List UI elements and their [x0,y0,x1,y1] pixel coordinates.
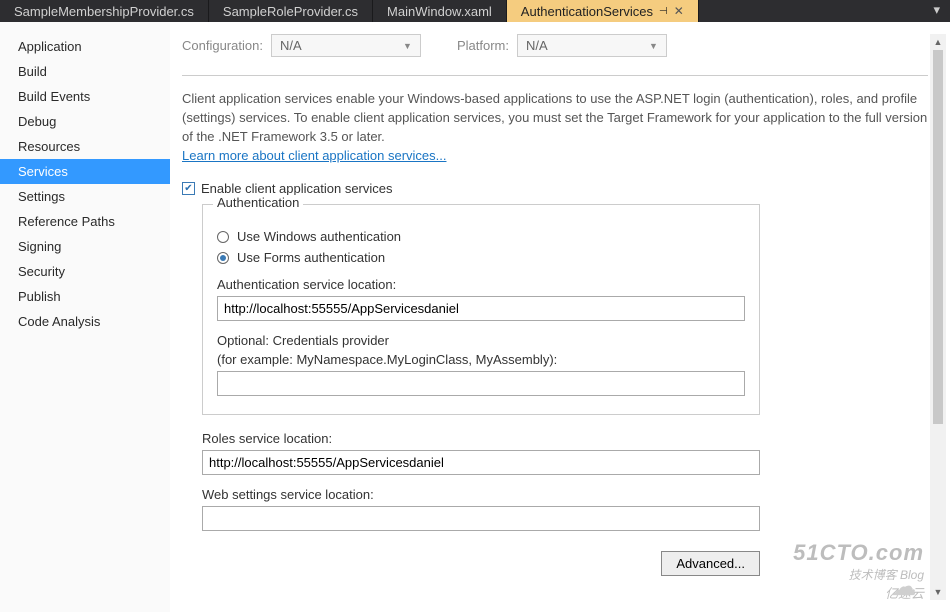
auth-service-location-input[interactable] [217,296,745,321]
web-settings-location-label: Web settings service location: [202,487,760,502]
credentials-provider-label1: Optional: Credentials provider [217,333,745,348]
scroll-track[interactable] [930,50,946,584]
sidebar-item-reference-paths[interactable]: Reference Paths [0,209,170,234]
tab-label: SampleMembershipProvider.cs [14,4,194,19]
credentials-provider-label2: (for example: MyNamespace.MyLoginClass, … [217,352,745,367]
intro-body: Client application services enable your … [182,91,927,144]
tab-sample-membership[interactable]: SampleMembershipProvider.cs [0,0,209,22]
roles-service-location-input[interactable] [202,450,760,475]
sidebar-item-settings[interactable]: Settings [0,184,170,209]
scroll-up-icon[interactable]: ▲ [930,34,946,50]
chevron-down-icon: ▼ [649,41,658,51]
dropdown-value: N/A [526,38,548,53]
tab-overflow-dropdown[interactable]: ▾ [923,0,950,22]
close-icon[interactable]: ✕ [674,4,684,18]
enable-services-label: Enable client application services [201,181,393,196]
web-settings-location-input[interactable] [202,506,760,531]
sidebar-item-debug[interactable]: Debug [0,109,170,134]
tab-sample-role[interactable]: SampleRoleProvider.cs [209,0,373,22]
platform-dropdown[interactable]: N/A ▼ [517,34,667,57]
enable-services-checkbox[interactable] [182,182,195,195]
sidebar-item-signing[interactable]: Signing [0,234,170,259]
tab-authentication-services[interactable]: AuthenticationServices ⊣ ✕ [507,0,699,22]
pin-icon[interactable]: ⊣ [659,6,668,17]
sidebar-item-build[interactable]: Build [0,59,170,84]
chevron-down-icon: ▼ [403,41,412,51]
radio-forms-auth[interactable] [217,252,229,264]
dropdown-value: N/A [280,38,302,53]
tab-mainwindow[interactable]: MainWindow.xaml [373,0,507,22]
configuration-dropdown[interactable]: N/A ▼ [271,34,421,57]
configuration-label: Configuration: [182,38,263,53]
intro-text: Client application services enable your … [182,90,928,165]
tab-label: SampleRoleProvider.cs [223,4,358,19]
sidebar-item-services[interactable]: Services [0,159,170,184]
auth-service-location-label: Authentication service location: [217,277,745,292]
authentication-legend: Authentication [213,195,303,210]
scroll-thumb[interactable] [933,50,943,424]
authentication-groupbox: Authentication Use Windows authenticatio… [202,204,760,415]
watermark-line1: 51CTO.com [793,540,924,566]
sidebar-item-code-analysis[interactable]: Code Analysis [0,309,170,334]
windows-auth-label: Use Windows authentication [237,229,401,244]
platform-label: Platform: [457,38,509,53]
project-properties-sidebar: Application Build Build Events Debug Res… [0,22,170,612]
learn-more-link[interactable]: Learn more about client application serv… [182,148,446,163]
tab-label: MainWindow.xaml [387,4,492,19]
radio-windows-auth[interactable] [217,231,229,243]
sidebar-item-application[interactable]: Application [0,34,170,59]
sidebar-item-publish[interactable]: Publish [0,284,170,309]
vertical-scrollbar[interactable]: ▲ ▼ [930,34,946,600]
tab-strip: SampleMembershipProvider.cs SampleRolePr… [0,0,950,22]
sidebar-item-security[interactable]: Security [0,259,170,284]
advanced-button[interactable]: Advanced... [661,551,760,576]
credentials-provider-input[interactable] [217,371,745,396]
sidebar-item-build-events[interactable]: Build Events [0,84,170,109]
cloud-icon: ☁ [890,571,916,602]
roles-service-location-label: Roles service location: [202,431,760,446]
forms-auth-label: Use Forms authentication [237,250,385,265]
tab-label: AuthenticationServices [521,4,653,19]
watermark: 51CTO.com 技术博客 Blog ☁ 亿速云 [793,540,924,602]
scroll-down-icon[interactable]: ▼ [930,584,946,600]
divider [182,75,928,76]
properties-main-panel: Configuration: N/A ▼ Platform: N/A ▼ Cli… [170,22,950,612]
sidebar-item-resources[interactable]: Resources [0,134,170,159]
